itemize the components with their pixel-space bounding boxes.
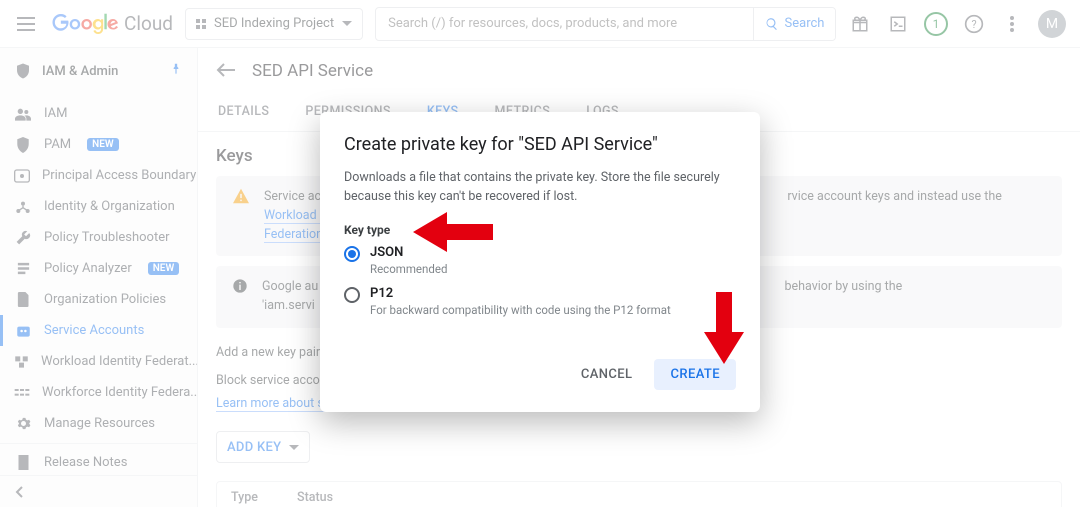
cancel-button[interactable]: CANCEL xyxy=(569,359,645,390)
radio-on-icon xyxy=(344,246,360,262)
key-type-label: Key type xyxy=(344,223,736,237)
dialog-title: Create private key for "SED API Service" xyxy=(344,134,736,155)
create-button[interactable]: CREATE xyxy=(654,359,736,390)
radio-p12[interactable]: P12 For backward compatibility with code… xyxy=(344,286,736,317)
radio-off-icon xyxy=(344,287,360,303)
radio-json[interactable]: JSON Recommended xyxy=(344,245,736,276)
dialog-desc: Downloads a file that contains the priva… xyxy=(344,169,736,207)
create-key-dialog: Create private key for "SED API Service"… xyxy=(320,112,760,412)
